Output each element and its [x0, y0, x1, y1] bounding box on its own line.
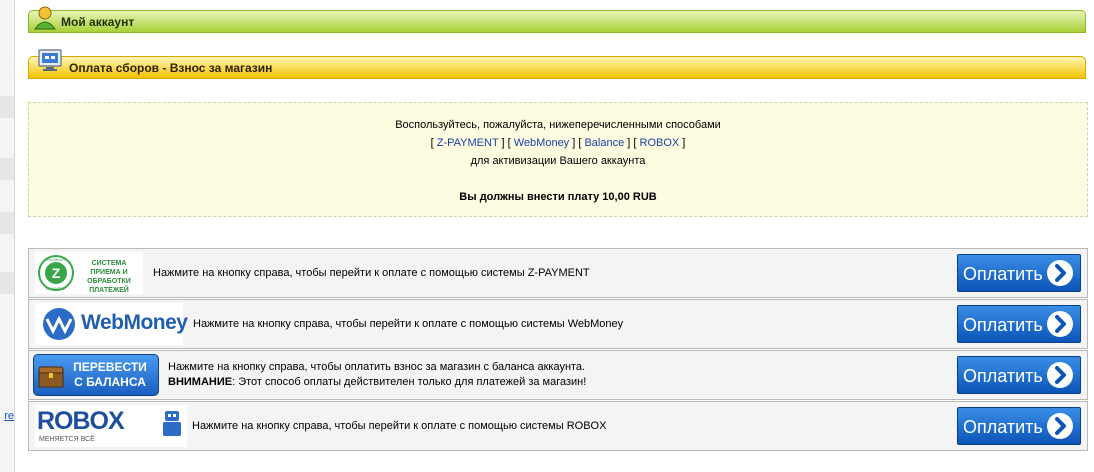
- sidebar-strip: [0, 212, 14, 234]
- method-link-balance[interactable]: Balance: [584, 137, 624, 149]
- pay-button-robox[interactable]: Оплатить: [957, 407, 1081, 445]
- method-link-zpayment[interactable]: Z-PAYMENT: [437, 137, 499, 149]
- pay-button-webmoney[interactable]: Оплатить: [957, 305, 1081, 343]
- payment-row-webmoney: WebMoney Нажмите на кнопку справа, чтобы…: [28, 299, 1088, 349]
- balance-warning-label: ВНИМАНИЕ: [168, 376, 233, 388]
- webmoney-logo: WebMoney: [35, 303, 188, 345]
- notice-intro: Воспользуйтесь, пожалуйста, нижеперечисл…: [395, 119, 721, 131]
- webmoney-globe-icon: [43, 308, 75, 340]
- balance-description: Нажмите на кнопку справа, чтобы оплатить…: [168, 351, 586, 399]
- payment-notice: Воспользуйтесь, пожалуйста, нижеперечисл…: [28, 102, 1088, 217]
- zpayment-logo: Z PAYMENT ZPAYMENT СИСТЕМА ПРИЕМА И ОБРА…: [35, 252, 143, 294]
- robox-logo-subtitle: МЕНЯЕТСЯ ВСЁ: [39, 436, 95, 443]
- svg-text:Z: Z: [52, 265, 61, 281]
- robot-icon: [163, 411, 181, 436]
- arrow-right-icon: [1047, 311, 1073, 337]
- method-link-webmoney[interactable]: WebMoney: [514, 137, 569, 149]
- sidebar-strip: [0, 158, 14, 180]
- sidebar-strip: [0, 272, 14, 294]
- monitor-icon: [38, 49, 62, 71]
- user-icon: [34, 6, 56, 30]
- section-bar-title: Оплата сборов - Взнос за магазин: [69, 61, 273, 75]
- account-bar-title: Мой аккаунт: [61, 15, 135, 29]
- sidebar-strip: [0, 96, 14, 118]
- pay-button-label: Оплатить: [963, 264, 1043, 284]
- arrow-right-icon: [1047, 413, 1073, 439]
- balance-logo-text: ПЕРЕВЕСТИ С БАЛАНСА: [62, 360, 158, 390]
- left-sidebar: re: [0, 0, 15, 472]
- notice-activation: для активизации Вашего аккаунта: [470, 155, 646, 167]
- notice-methods: [ Z-PAYMENT ] [ WebMoney ] [ Balance ] […: [430, 137, 686, 149]
- balance-logo-line2: С БАЛАНСА: [74, 375, 146, 389]
- pay-button-label: Оплатить: [963, 417, 1043, 437]
- robox-logo-text: ROBOX: [37, 407, 125, 435]
- robox-description: Нажмите на кнопку справа, чтобы перейти …: [192, 419, 607, 432]
- account-bar: Мой аккаунт: [28, 6, 1086, 33]
- notice-amount: Вы должны внести плату 10,00 RUB: [459, 191, 657, 203]
- balance-warning-text: : Этот способ оплаты действителен только…: [232, 376, 587, 388]
- webmoney-logo-text: WebMoney: [81, 311, 188, 334]
- method-link-robox[interactable]: ROBOX: [640, 137, 680, 149]
- balance-warning: ВНИМАНИЕ: Этот способ оплаты действителе…: [168, 375, 586, 390]
- svg-text:PAYMENT: PAYMENT: [47, 257, 66, 262]
- payment-row-balance: ПЕРЕВЕСТИ С БАЛАНСА Нажмите на кнопку сп…: [28, 350, 1088, 400]
- pay-button-label: Оплатить: [963, 315, 1043, 335]
- payment-row-zpayment: Z PAYMENT ZPAYMENT СИСТЕМА ПРИЕМА И ОБРА…: [28, 248, 1088, 298]
- sidebar-link[interactable]: re: [0, 410, 14, 422]
- arrow-right-icon: [1047, 260, 1073, 286]
- zpayment-description: Нажмите на кнопку справа, чтобы перейти …: [153, 266, 590, 279]
- balance-logo-line1: ПЕРЕВЕСТИ: [73, 360, 147, 374]
- section-bar: Оплата сборов - Взнос за магазин: [28, 49, 1086, 79]
- robox-logo: ROBOX МЕНЯЕТСЯ ВСЁ: [35, 405, 187, 447]
- arrow-right-icon: [1047, 362, 1073, 388]
- pay-button-label: Оплатить: [963, 366, 1043, 386]
- webmoney-description: Нажмите на кнопку справа, чтобы перейти …: [193, 317, 624, 330]
- payment-row-robox: ROBOX МЕНЯЕТСЯ ВСЁ Нажмите на кнопку спр…: [28, 401, 1088, 451]
- svg-text:ZPAYMENT: ZPAYMENT: [45, 286, 67, 291]
- pay-button-balance[interactable]: Оплатить: [957, 356, 1081, 394]
- balance-description-text: Нажмите на кнопку справа, чтобы оплатить…: [168, 361, 586, 373]
- zpayment-logo-text: СИСТЕМА ПРИЕМА И ОБРАБОТКИ ПЛАТЕЖЕЙ: [87, 260, 131, 294]
- pay-button-zpayment[interactable]: Оплатить: [957, 254, 1081, 292]
- balance-logo: ПЕРЕВЕСТИ С БАЛАНСА: [33, 354, 159, 396]
